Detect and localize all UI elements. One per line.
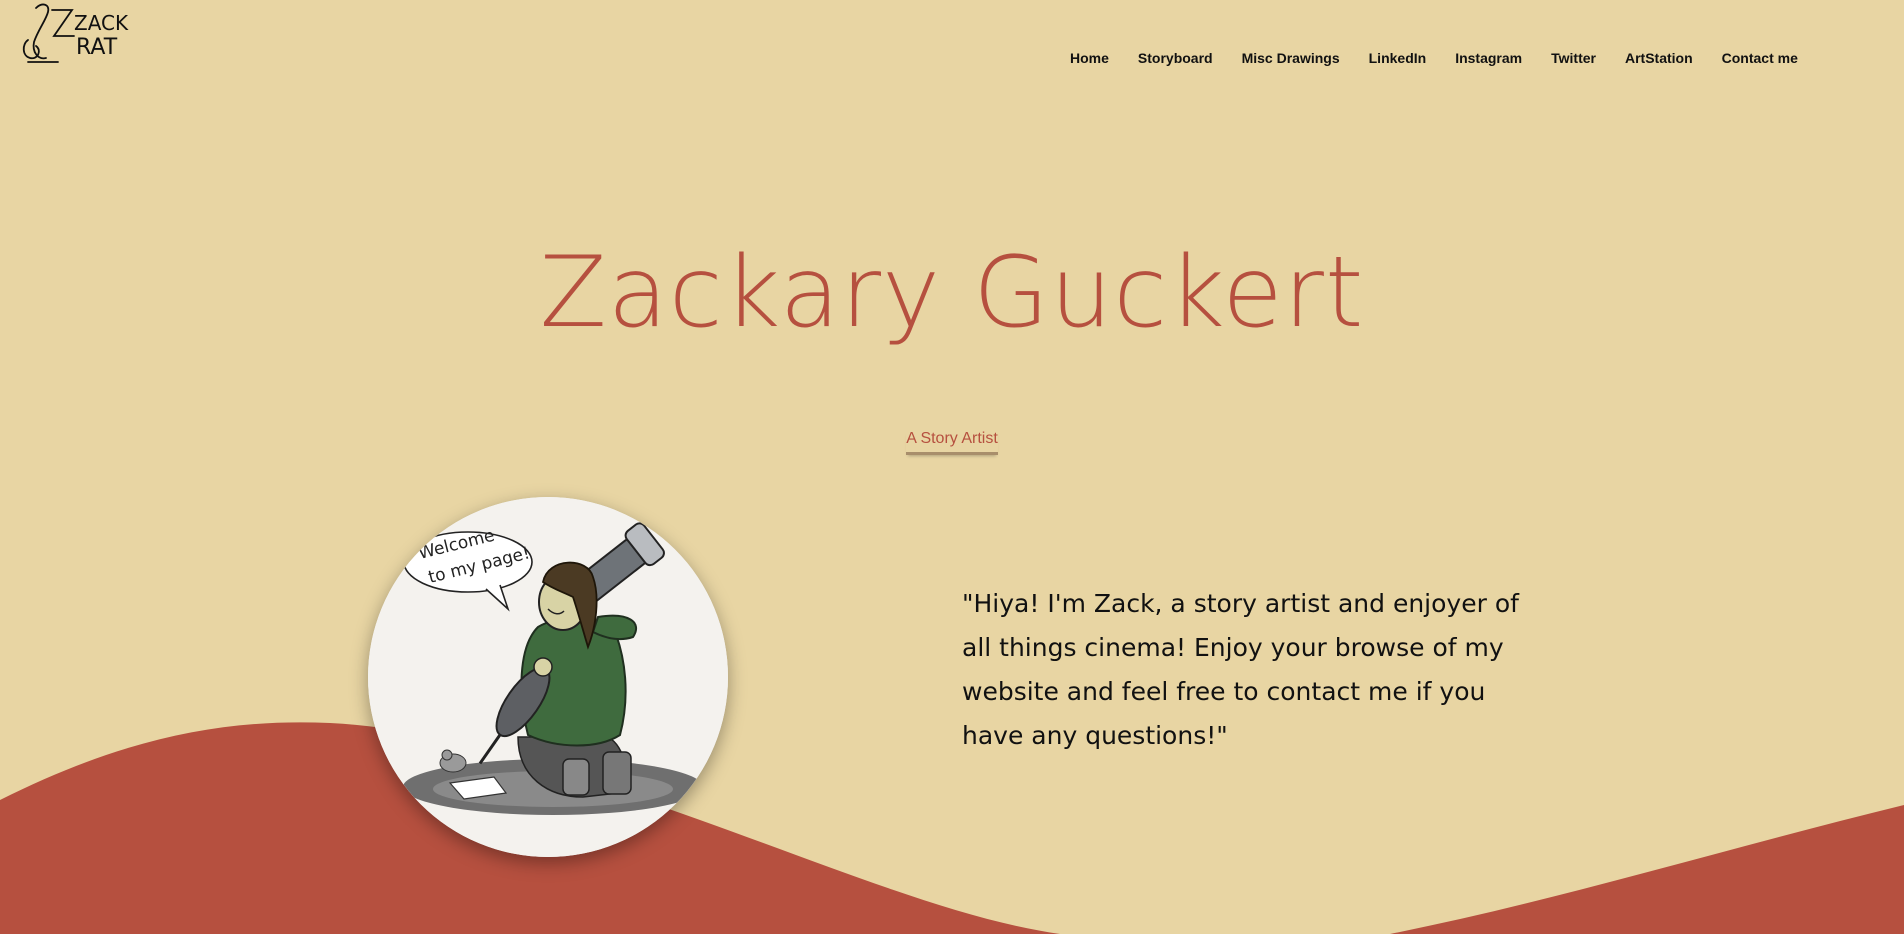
logo-text-bottom: RAT	[76, 35, 118, 60]
subtitle-container: A Story Artist	[0, 430, 1904, 455]
page: ZACK RAT Home Storyboard Misc Drawings L…	[0, 0, 1904, 934]
nav-instagram[interactable]: Instagram	[1455, 50, 1522, 66]
intro-quote: "Hiya! I'm Zack, a story artist and enjo…	[962, 589, 1519, 750]
background-wave	[0, 722, 1904, 934]
site-logo[interactable]: ZACK RAT	[18, 0, 134, 70]
main-nav: Home Storyboard Misc Drawings LinkedIn I…	[1070, 50, 1827, 66]
artist-illustration-icon: Welcome to my page!	[368, 497, 728, 857]
logo-text-top: ZACK	[74, 11, 129, 35]
subtitle-button[interactable]: A Story Artist	[906, 430, 998, 455]
nav-misc-drawings[interactable]: Misc Drawings	[1242, 50, 1340, 66]
avatar-illustration: Welcome to my page!	[368, 497, 728, 857]
nav-home[interactable]: Home	[1070, 50, 1109, 66]
nav-storyboard[interactable]: Storyboard	[1138, 50, 1213, 66]
zack-rat-logo-icon: ZACK RAT	[22, 3, 129, 63]
nav-artstation[interactable]: ArtStation	[1625, 50, 1693, 66]
nav-contact-me[interactable]: Contact me	[1722, 50, 1798, 66]
nav-linkedin[interactable]: LinkedIn	[1369, 50, 1427, 66]
nav-twitter[interactable]: Twitter	[1551, 50, 1596, 66]
page-title: Zackary Guckert	[539, 236, 1365, 350]
